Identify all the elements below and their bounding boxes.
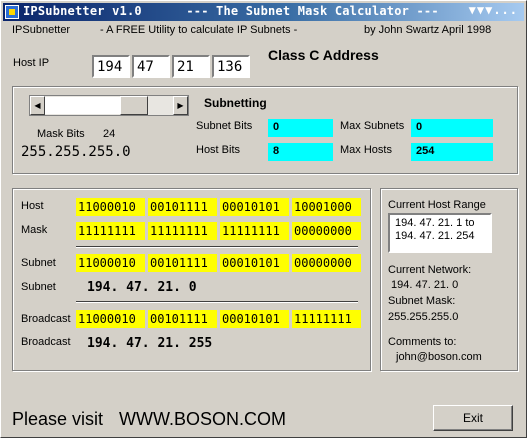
host-binary-label: Host xyxy=(21,200,44,212)
host-ip-label: Host IP xyxy=(13,57,50,69)
host-range-end: 194. 47. 21. 254 xyxy=(395,230,475,242)
mask-dotted-value: 255.255.255.0 xyxy=(21,144,131,160)
host-bits-value: 8 xyxy=(268,143,333,161)
host-range-label: Current Host Range xyxy=(388,199,486,211)
author-credit: by John Swartz April 1998 xyxy=(364,24,492,36)
max-hosts-value: 254 xyxy=(411,143,493,161)
tagline: - A FREE Utility to calculate IP Subnets… xyxy=(100,24,298,36)
subnet-binary-octet-2: 00101111 xyxy=(148,254,217,272)
header-row: IPSubnetter - A FREE Utility to calculat… xyxy=(12,24,517,38)
broadcast-binary-octet-4: 11111111 xyxy=(292,310,361,328)
slider-thumb[interactable] xyxy=(120,96,148,115)
subnet-binary-octet-4: 00000000 xyxy=(292,254,361,272)
host-binary-octet-1: 11000010 xyxy=(76,198,145,216)
subnet-binary-label: Subnet xyxy=(21,257,56,269)
subnet-mask-value: 255.255.255.0 xyxy=(388,311,459,323)
mask-bits-value: 24 xyxy=(103,128,116,140)
max-subnets-label: Max Subnets xyxy=(340,120,405,132)
host-binary-octet-2: 00101111 xyxy=(148,198,217,216)
host-binary-octet-4: 10001000 xyxy=(292,198,361,216)
subnet-binary-octet-3: 00010101 xyxy=(220,254,289,272)
app-icon xyxy=(5,5,19,19)
mask-binary-octet-4: 00000000 xyxy=(292,222,361,240)
current-network-value: 194. 47. 21. 0 xyxy=(391,279,459,291)
host-range-start: 194. 47. 21. 1 to xyxy=(395,217,475,229)
broadcast-binary-octet-2: 00101111 xyxy=(148,310,217,328)
subnetting-title: Subnetting xyxy=(204,96,267,110)
host-ip-octet-2[interactable]: 47 xyxy=(132,55,170,78)
subnet-decimal-value: 194. 47. 21. 0 xyxy=(87,280,197,295)
host-binary-octet-3: 00010101 xyxy=(220,198,289,216)
host-range-box[interactable]: 194. 47. 21. 1 to 194. 47. 21. 254 xyxy=(388,213,492,253)
mask-bits-label: Mask Bits xyxy=(37,128,85,140)
slider-left-arrow-icon[interactable]: ◀ xyxy=(30,96,45,115)
divider xyxy=(76,301,358,303)
host-ip-octet-1[interactable]: 194 xyxy=(92,55,130,78)
comments-label: Comments to: xyxy=(388,336,457,348)
broadcast-binary-label: Broadcast xyxy=(21,313,71,325)
host-ip-octet-3[interactable]: 21 xyxy=(172,55,210,78)
mask-bits-slider[interactable]: ◀ ▶ xyxy=(29,95,189,116)
mask-binary-octet-1: 11111111 xyxy=(76,222,145,240)
mask-binary-label: Mask xyxy=(21,224,48,236)
app-window: IPSubnetter v1.0 --- The Subnet Mask Cal… xyxy=(0,0,527,438)
slider-track xyxy=(44,97,120,114)
host-ip-octet-4[interactable]: 136 xyxy=(212,55,250,78)
contact-email[interactable]: john@boson.com xyxy=(396,351,482,363)
window-title: IPSubnetter v1.0 --- The Subnet Mask Cal… xyxy=(23,4,439,18)
mask-binary-octet-3: 11111111 xyxy=(220,222,289,240)
title-bar[interactable]: IPSubnetter v1.0 --- The Subnet Mask Cal… xyxy=(3,3,524,21)
current-network-label: Current Network: xyxy=(388,264,472,276)
max-subnets-value: 0 xyxy=(411,119,493,137)
broadcast-decimal-value: 194. 47. 21. 255 xyxy=(87,336,213,351)
max-hosts-label: Max Hosts xyxy=(340,144,392,156)
subnet-mask-label: Subnet Mask: xyxy=(388,295,456,307)
mask-binary-octet-2: 11111111 xyxy=(148,222,217,240)
window-controls[interactable]: ▼▼▼... xyxy=(469,3,518,17)
subnet-bits-label: Subnet Bits xyxy=(196,120,253,132)
host-bits-label: Host Bits xyxy=(196,144,241,156)
exit-button[interactable]: Exit xyxy=(433,405,513,431)
broadcast-binary-octet-3: 00010101 xyxy=(220,310,289,328)
subnet-binary-octet-1: 11000010 xyxy=(76,254,145,272)
divider xyxy=(76,246,358,248)
subnet-decimal-label: Subnet xyxy=(21,281,56,293)
visit-text: Please visit xyxy=(12,409,104,429)
broadcast-decimal-label: Broadcast xyxy=(21,336,71,348)
app-name: IPSubnetter xyxy=(12,24,71,36)
broadcast-binary-octet-1: 11000010 xyxy=(76,310,145,328)
website-link[interactable]: WWW.BOSON.COM xyxy=(119,409,286,430)
address-class: Class C Address xyxy=(268,47,379,63)
subnet-bits-value: 0 xyxy=(268,119,333,137)
slider-right-arrow-icon[interactable]: ▶ xyxy=(173,96,188,115)
